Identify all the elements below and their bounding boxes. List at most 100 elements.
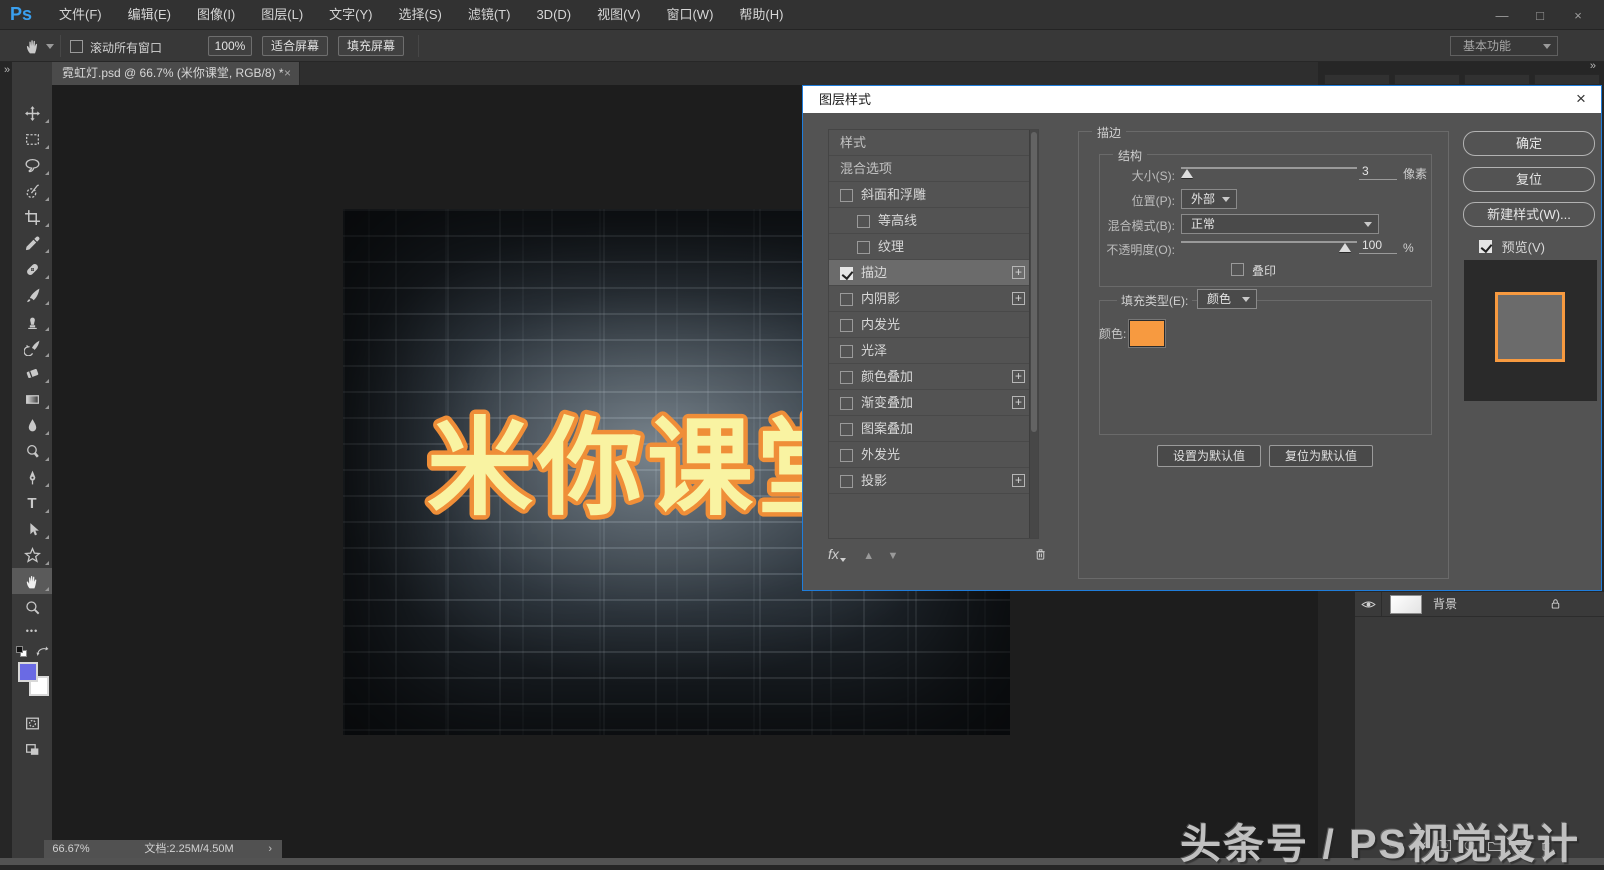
clone-stamp-tool[interactable]	[12, 308, 52, 334]
menu-type[interactable]: 文字(Y)	[316, 0, 385, 30]
menu-window[interactable]: 窗口(W)	[653, 0, 726, 30]
checkbox[interactable]	[857, 241, 870, 255]
add-instance-icon[interactable]: +	[1012, 370, 1025, 383]
style-list-scrollbar[interactable]	[1029, 130, 1038, 538]
close-icon[interactable]: ×	[1570, 8, 1586, 23]
checkbox[interactable]	[840, 189, 853, 203]
style-list-item-stroke[interactable]: 描边 +	[829, 260, 1030, 286]
background-layer-row[interactable]: 背景	[1355, 592, 1604, 617]
style-list-item-inner-shadow[interactable]: 内阴影 +	[829, 286, 1030, 312]
menu-filter[interactable]: 滤镜(T)	[455, 0, 524, 30]
maximize-icon[interactable]: □	[1532, 8, 1548, 23]
crop-tool[interactable]	[12, 204, 52, 230]
checkbox[interactable]	[840, 345, 853, 359]
swap-colors-icon[interactable]	[36, 646, 49, 657]
edit-toolbar-icon[interactable]: •••	[12, 620, 52, 642]
gradient-tool[interactable]	[12, 386, 52, 412]
add-instance-icon[interactable]: +	[1012, 292, 1025, 305]
minimize-icon[interactable]: —	[1494, 8, 1510, 23]
style-list-item-outer-glow[interactable]: 外发光	[829, 442, 1030, 468]
document-tab[interactable]: 霓虹灯.psd @ 66.7% (米你课堂, RGB/8) * ×	[52, 62, 300, 85]
menu-help[interactable]: 帮助(H)	[726, 0, 796, 30]
style-list-item-gradient-overlay[interactable]: 渐变叠加 +	[829, 390, 1030, 416]
set-default-button[interactable]: 设置为默认值	[1157, 445, 1261, 467]
add-instance-icon[interactable]: +	[1012, 266, 1025, 279]
tab-close-icon[interactable]: ×	[284, 62, 291, 85]
preview-toggle[interactable]: 预览(V)	[1479, 237, 1545, 255]
custom-shape-tool[interactable]	[12, 542, 52, 568]
style-list-item-blending-options[interactable]: 混合选项	[829, 156, 1030, 182]
panel-tab[interactable]	[1394, 74, 1460, 85]
overprint-checkbox[interactable]	[1231, 263, 1244, 276]
scroll-all-windows-checkbox[interactable]	[70, 40, 83, 54]
checkbox[interactable]	[840, 293, 853, 307]
reset-button[interactable]: 复位	[1463, 167, 1595, 192]
position-dropdown[interactable]: 外部	[1181, 189, 1237, 209]
opacity-value-field[interactable]: 100	[1359, 238, 1397, 254]
tool-preset-chevron-icon[interactable]	[46, 44, 54, 49]
add-instance-icon[interactable]: +	[1012, 396, 1025, 409]
style-list-item-drop-shadow[interactable]: 投影 +	[829, 468, 1030, 494]
type-tool[interactable]: T	[12, 490, 52, 516]
workspace-selector[interactable]: 基本功能	[1450, 36, 1558, 56]
move-tool[interactable]	[12, 100, 52, 126]
style-list-item-color-overlay[interactable]: 颜色叠加 +	[829, 364, 1030, 390]
fit-screen-button[interactable]: 适合屏幕	[262, 36, 328, 56]
checkbox[interactable]	[840, 449, 853, 463]
opacity-slider[interactable]	[1181, 238, 1357, 252]
preview-checkbox[interactable]	[1479, 240, 1492, 253]
marquee-tool[interactable]	[12, 126, 52, 152]
style-list-item-bevel-emboss[interactable]: 斜面和浮雕	[829, 182, 1030, 208]
checkbox[interactable]	[840, 475, 853, 489]
menu-image[interactable]: 图像(I)	[184, 0, 248, 30]
hand-tool[interactable]	[12, 568, 52, 594]
style-list-item-contour[interactable]: 等高线	[829, 208, 1030, 234]
panel-tab[interactable]	[1464, 74, 1530, 85]
style-list-item-styles[interactable]: 样式	[829, 130, 1030, 156]
checkbox[interactable]	[857, 215, 870, 229]
screen-mode-button[interactable]	[12, 736, 52, 762]
panel-tab[interactable]	[1324, 74, 1390, 85]
fx-icon[interactable]: fx	[828, 546, 839, 562]
move-style-down-icon[interactable]: ▼	[887, 550, 898, 562]
zoom-tool[interactable]	[12, 594, 52, 620]
new-style-button[interactable]: 新建样式(W)...	[1463, 202, 1595, 227]
zoom-100-button[interactable]: 100%	[208, 36, 252, 56]
status-doc-info[interactable]: 文档:2.25M/4.50M ›	[96, 840, 282, 858]
dialog-close-icon[interactable]: ×	[1571, 86, 1591, 113]
panel-tab[interactable]	[1534, 74, 1600, 85]
lasso-tool[interactable]	[12, 152, 52, 178]
checkbox[interactable]	[840, 397, 853, 411]
menu-file[interactable]: 文件(F)	[46, 0, 115, 30]
menu-view[interactable]: 视图(V)	[584, 0, 653, 30]
layer-thumbnail[interactable]	[1390, 595, 1422, 614]
history-brush-tool[interactable]	[12, 334, 52, 360]
reset-default-button[interactable]: 复位为默认值	[1269, 445, 1373, 467]
dock-collapse-icon[interactable]: »	[1590, 60, 1596, 72]
dodge-tool[interactable]	[12, 438, 52, 464]
menu-layer[interactable]: 图层(L)	[248, 0, 316, 30]
size-value-field[interactable]: 3	[1359, 164, 1397, 180]
quick-mask-button[interactable]	[12, 710, 52, 736]
blend-mode-dropdown[interactable]: 正常	[1181, 214, 1379, 234]
style-list-item-texture[interactable]: 纹理	[829, 234, 1030, 260]
foreground-color-swatch[interactable]	[18, 662, 38, 682]
fill-screen-button[interactable]: 填充屏幕	[338, 36, 404, 56]
delete-style-icon[interactable]	[1034, 547, 1047, 561]
status-zoom-field[interactable]: 66.67%	[44, 840, 98, 858]
add-instance-icon[interactable]: +	[1012, 474, 1025, 487]
menu-select[interactable]: 选择(S)	[386, 0, 455, 30]
checkbox[interactable]	[840, 319, 853, 333]
checkbox[interactable]	[840, 371, 853, 385]
layer-visibility-cell[interactable]	[1355, 592, 1382, 617]
checkbox-checked[interactable]	[840, 267, 853, 281]
brush-tool[interactable]	[12, 282, 52, 308]
default-colors-icon[interactable]	[16, 646, 27, 657]
ok-button[interactable]: 确定	[1463, 131, 1595, 156]
stroke-color-swatch[interactable]	[1128, 319, 1166, 348]
style-list-item-satin[interactable]: 光泽	[829, 338, 1030, 364]
dialog-title-bar[interactable]: 图层样式 ×	[803, 86, 1601, 113]
pen-tool[interactable]	[12, 464, 52, 490]
status-chevron-icon[interactable]: ›	[268, 840, 272, 858]
path-selection-tool[interactable]	[12, 516, 52, 542]
